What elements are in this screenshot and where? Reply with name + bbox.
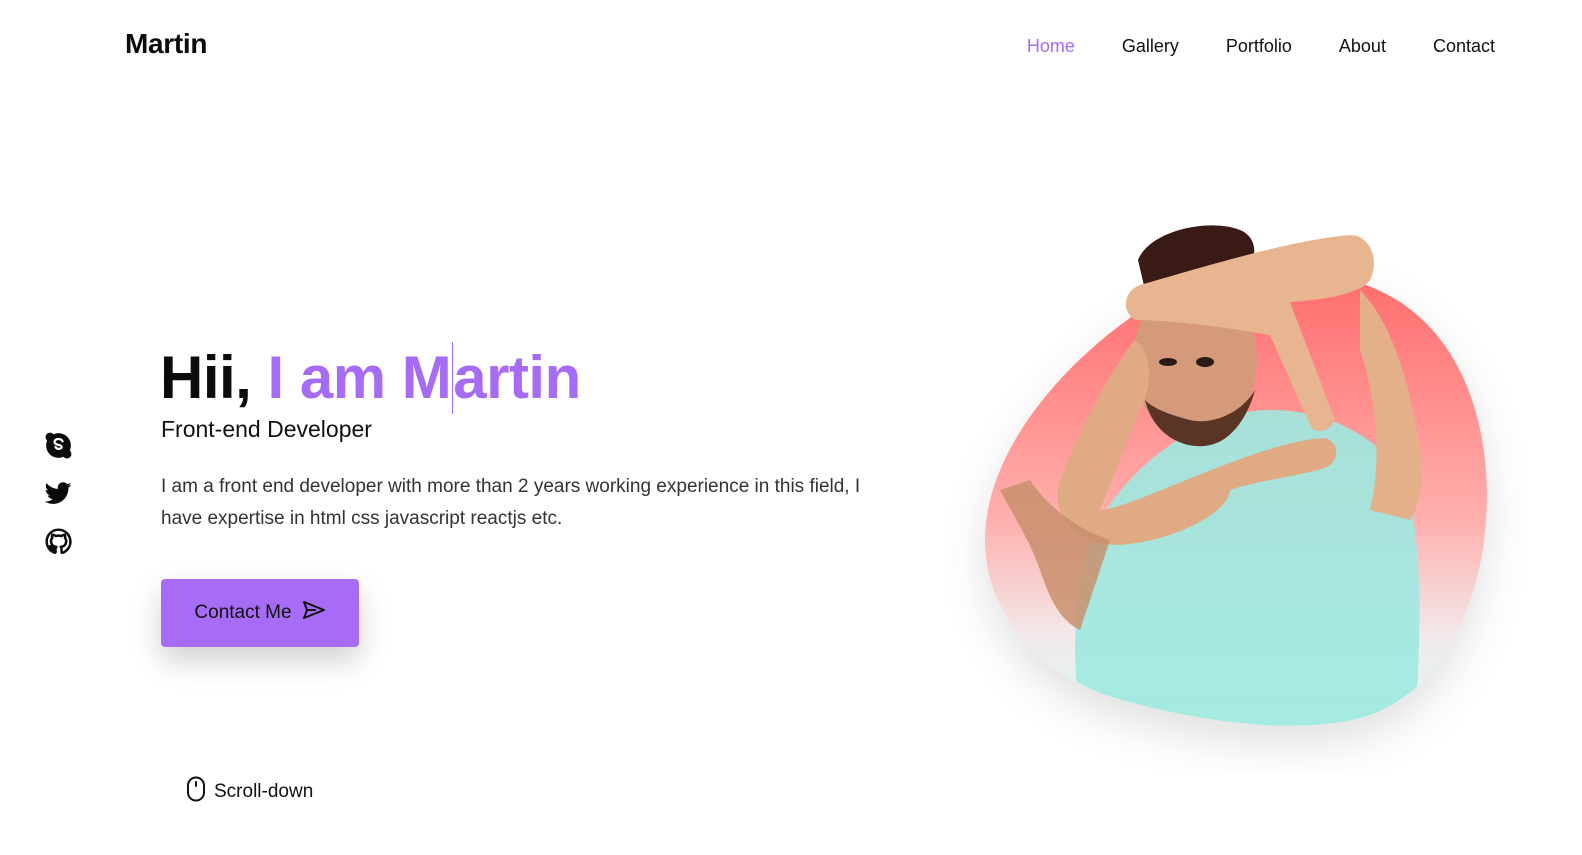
scroll-down-link[interactable]: Scroll-down (186, 776, 313, 808)
social-links (44, 431, 72, 556)
brand-logo[interactable]: Martin (125, 28, 208, 60)
hero-description: I am a front end developer with more tha… (161, 476, 861, 529)
mouse-icon (186, 776, 206, 808)
nav-home[interactable]: Home (1027, 36, 1075, 57)
hero-subtitle: Front-end Developer (161, 416, 372, 442)
contact-me-button[interactable]: Contact Me (161, 579, 359, 647)
hero-title-accent-end: artin (453, 344, 581, 411)
hero-title-accent-start: I am M (267, 344, 452, 411)
nav-about[interactable]: About (1339, 36, 1386, 57)
profile-illustration (985, 225, 1487, 726)
contact-me-label: Contact Me (194, 602, 292, 623)
twitter-icon[interactable] (44, 479, 72, 508)
hero-title: Hii, I am Martin (160, 342, 581, 414)
main-nav: Home Gallery Portfolio About Contact (980, 36, 1495, 57)
nav-gallery[interactable]: Gallery (1122, 36, 1179, 57)
send-icon (302, 600, 326, 626)
profile-image (940, 210, 1540, 770)
skype-icon[interactable] (44, 431, 72, 460)
page: Martin Home Gallery Portfolio About Cont… (0, 0, 1582, 855)
hero-title-intro: Hii, (160, 344, 268, 411)
nav-contact[interactable]: Contact (1433, 36, 1495, 57)
scroll-down-label: Scroll-down (214, 781, 314, 802)
nav-portfolio[interactable]: Portfolio (1226, 36, 1292, 57)
github-icon[interactable] (44, 527, 72, 556)
